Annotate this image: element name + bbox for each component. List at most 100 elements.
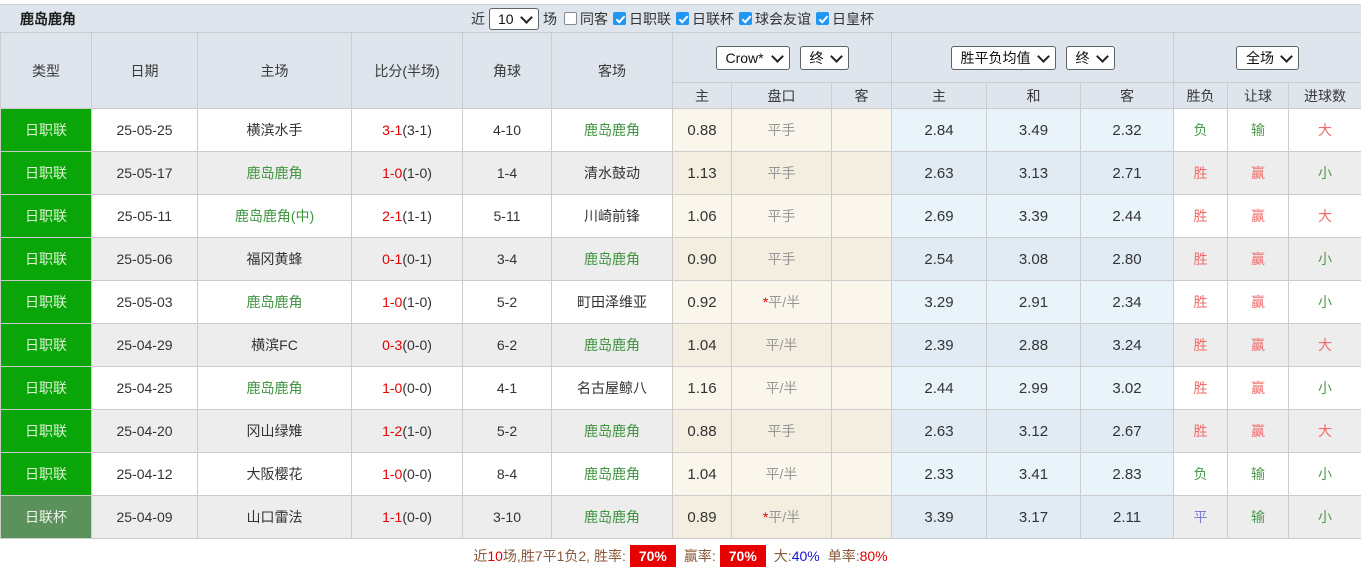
summary-prefix: 近 <box>473 546 487 566</box>
result-handicap-cell: 赢 <box>1228 152 1289 195</box>
match-date: 25-04-25 <box>92 367 198 410</box>
result-wdl: 负 <box>1194 466 1208 482</box>
corner-score: 5-11 <box>463 195 552 238</box>
handicap-rate-badge: 70% <box>720 545 766 567</box>
away-team-cell: 鹿岛鹿角 <box>552 109 673 152</box>
same-venue-checkbox[interactable] <box>564 12 577 25</box>
europe-period-select[interactable]: 终 <box>1066 46 1115 70</box>
home-team[interactable]: 福冈黄蜂 <box>247 251 303 267</box>
score-fulltime: 1-0 <box>382 466 402 482</box>
match-date: 25-04-09 <box>92 496 198 539</box>
match-stats-panel: 鹿岛鹿角 近 10 场 同客 日职联 日联杯 球会友谊 日皇杯 <box>0 4 1361 572</box>
home-team[interactable]: 鹿岛鹿角 <box>247 380 303 396</box>
result-wdl-cell: 负 <box>1174 453 1228 496</box>
ah-line: 平/半 <box>768 294 800 310</box>
ah-line-cell: 平手 <box>732 410 832 453</box>
match-date: 25-04-29 <box>92 324 198 367</box>
score-cell: 0-1(0-1) <box>352 238 463 281</box>
result-handicap-cell: 赢 <box>1228 324 1289 367</box>
away-team[interactable]: 名古屋鲸八 <box>577 380 647 396</box>
home-team-cell: 冈山绿雉 <box>198 410 352 453</box>
score-cell: 1-0(1-0) <box>352 152 463 195</box>
result-wdl-cell: 胜 <box>1174 367 1228 410</box>
away-team[interactable]: 鹿岛鹿角 <box>584 509 640 525</box>
handicap-period-select[interactable]: 终 <box>800 46 849 70</box>
ah-home-odds: 0.90 <box>673 238 732 281</box>
ah-home-odds: 0.88 <box>673 109 732 152</box>
away-team[interactable]: 町田泽维亚 <box>577 294 647 310</box>
result-handicap-cell: 赢 <box>1228 238 1289 281</box>
away-team-cell: 町田泽维亚 <box>552 281 673 324</box>
filter-checkbox-league-cup[interactable] <box>676 12 689 25</box>
result-handicap-cell: 赢 <box>1228 410 1289 453</box>
eu-home-odds: 2.63 <box>892 410 987 453</box>
handicap-rate-label: 赢率: <box>684 546 716 566</box>
filter-checkbox-j1-league[interactable] <box>613 12 626 25</box>
filter-label-club-friendly: 球会友谊 <box>755 9 811 29</box>
away-team[interactable]: 川崎前锋 <box>584 208 640 224</box>
filter-checkbox-emperor-cup[interactable] <box>816 12 829 25</box>
corner-score: 4-1 <box>463 367 552 410</box>
match-row: 日联杯 25-04-09 山口雷法 1-1(0-0) 3-10 鹿岛鹿角 0.8… <box>1 496 1361 539</box>
result-wdl: 胜 <box>1194 251 1208 267</box>
away-team-cell: 鹿岛鹿角 <box>552 496 673 539</box>
ah-home-odds: 0.92 <box>673 281 732 324</box>
away-team[interactable]: 鹿岛鹿角 <box>584 466 640 482</box>
subheader-eu-home: 主 <box>892 83 987 109</box>
result-goals: 大 <box>1318 122 1332 138</box>
match-row: 日职联 25-05-11 鹿岛鹿角(中) 2-1(1-1) 5-11 川崎前锋 … <box>1 195 1361 238</box>
result-wdl-cell: 胜 <box>1174 410 1228 453</box>
result-scope-select[interactable]: 全场 <box>1236 46 1299 70</box>
eu-away-odds: 2.11 <box>1081 496 1174 539</box>
recent-count-select[interactable]: 10 <box>489 8 539 30</box>
home-team[interactable]: 鹿岛鹿角 <box>247 165 303 181</box>
match-type: 日职联 <box>1 109 92 152</box>
match-table: 类型 日期 主场 比分(半场) 角球 客场 Crow* <box>0 32 1361 539</box>
match-date: 25-05-11 <box>92 195 198 238</box>
home-team[interactable]: 横滨水手 <box>247 122 303 138</box>
away-team-cell: 鹿岛鹿角 <box>552 238 673 281</box>
result-wdl: 胜 <box>1194 294 1208 310</box>
ah-away-odds <box>832 324 892 367</box>
ah-away-odds <box>832 152 892 195</box>
away-team[interactable]: 鹿岛鹿角 <box>584 423 640 439</box>
eu-away-odds: 2.83 <box>1081 453 1174 496</box>
match-date: 25-04-12 <box>92 453 198 496</box>
europe-company-select[interactable]: 胜平负均值 <box>951 46 1056 70</box>
result-handicap: 赢 <box>1251 337 1265 353</box>
result-wdl: 胜 <box>1194 423 1208 439</box>
away-team[interactable]: 鹿岛鹿角 <box>584 337 640 353</box>
home-team[interactable]: 鹿岛鹿角 <box>247 294 303 310</box>
home-team[interactable]: 冈山绿雉 <box>247 423 303 439</box>
eu-away-odds: 3.24 <box>1081 324 1174 367</box>
ah-line-cell: 平/半 <box>732 367 832 410</box>
big-rate-value: 40% <box>792 548 820 564</box>
score-fulltime: 0-1 <box>382 251 402 267</box>
single-rate-value: 80% <box>860 548 888 564</box>
ah-line-cell: 平/半 <box>732 324 832 367</box>
match-type: 日职联 <box>1 238 92 281</box>
away-team[interactable]: 鹿岛鹿角 <box>584 251 640 267</box>
corner-score: 8-4 <box>463 453 552 496</box>
eu-home-odds: 2.39 <box>892 324 987 367</box>
score-fulltime: 1-0 <box>382 294 402 310</box>
ah-home-odds: 0.88 <box>673 410 732 453</box>
home-team-cell: 福冈黄蜂 <box>198 238 352 281</box>
eu-draw-odds: 2.88 <box>987 324 1081 367</box>
match-date: 25-05-17 <box>92 152 198 195</box>
home-team[interactable]: 大阪樱花 <box>247 466 303 482</box>
score-fulltime: 1-0 <box>382 380 402 396</box>
result-goals: 大 <box>1318 208 1332 224</box>
eu-home-odds: 3.29 <box>892 281 987 324</box>
away-team[interactable]: 清水鼓动 <box>584 165 640 181</box>
home-team[interactable]: 鹿岛鹿角(中) <box>235 208 314 224</box>
away-team[interactable]: 鹿岛鹿角 <box>584 122 640 138</box>
corner-score: 4-10 <box>463 109 552 152</box>
home-team[interactable]: 山口雷法 <box>247 509 303 525</box>
filter-checkbox-club-friendly[interactable] <box>739 12 752 25</box>
subheader-eu-draw: 和 <box>987 83 1081 109</box>
result-handicap-cell: 输 <box>1228 453 1289 496</box>
handicap-company-select[interactable]: Crow* <box>716 46 790 70</box>
home-team[interactable]: 横滨FC <box>251 337 298 353</box>
match-table-head: 类型 日期 主场 比分(半场) 角球 客场 Crow* <box>1 33 1361 109</box>
